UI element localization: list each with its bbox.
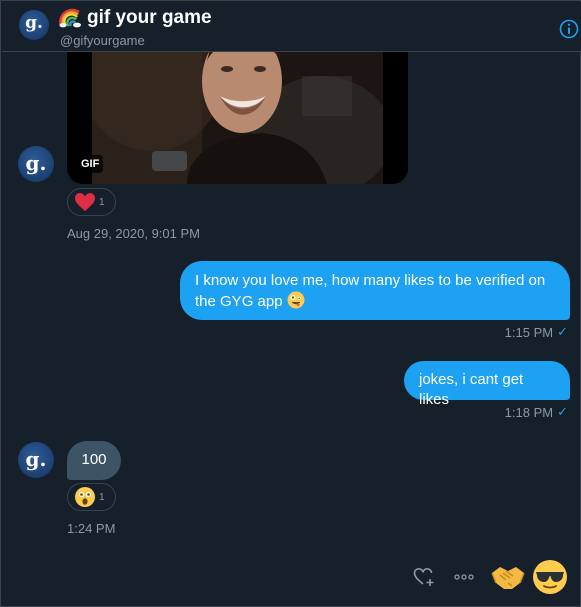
title-row[interactable]: gif your game (59, 7, 212, 29)
gif-frame-illustration (82, 41, 392, 184)
avatar-letter: g. (25, 13, 43, 33)
sender-avatar[interactable]: g. (18, 442, 54, 478)
conversation-header: g. gif your game @gifyourgame (2, 2, 581, 52)
message-timestamp: 1:15 PM (504, 324, 554, 340)
seen-check-icon: ✓ (557, 404, 568, 419)
outgoing-message[interactable]: jokes, i cant get likes (404, 361, 570, 408)
message-timestamp: 1:18 PM (504, 404, 554, 420)
message-text: 100 (81, 451, 107, 468)
incoming-message[interactable]: 100 (67, 441, 121, 480)
seen-check-icon: ✓ (557, 324, 568, 339)
gif-frame (82, 41, 392, 184)
sunglasses-emoji-icon[interactable] (532, 559, 568, 595)
info-icon[interactable] (559, 19, 579, 39)
outgoing-message[interactable]: I know you love me, how many likes to be… (180, 261, 570, 320)
message-text: I know you love me, how many likes to be… (195, 272, 546, 310)
add-reaction-heart-icon[interactable] (413, 567, 435, 587)
message-timestamp: 1:24 PM (67, 521, 116, 536)
heart-emoji-icon (75, 193, 95, 211)
message-timestamp-row: 1:15 PM ✓ (505, 324, 568, 340)
handshake-emoji-icon[interactable] (490, 561, 526, 593)
gif-media[interactable] (67, 41, 408, 184)
astonished-face-emoji-icon (75, 487, 95, 507)
reaction-count: 1 (99, 196, 105, 208)
gif-badge: GIF (77, 155, 104, 173)
conversation-handle: @gifyourgame (60, 33, 145, 48)
avatar-letter: g. (25, 446, 47, 471)
header-avatar[interactable]: g. (19, 10, 49, 40)
reaction-wow[interactable]: 1 (67, 483, 116, 511)
reaction-heart[interactable]: 1 (67, 188, 116, 216)
sender-avatar[interactable]: g. (18, 146, 54, 182)
rainbow-icon (59, 8, 81, 28)
message-timestamp: Aug 29, 2020, 9:01 PM (67, 226, 200, 241)
message-text: jokes, i cant get likes (419, 371, 524, 408)
more-icon[interactable] (453, 567, 475, 587)
gif-letterbox-right (383, 41, 408, 184)
conversation-title: gif your game (87, 7, 212, 28)
conversation-window: GIF g. gif your game @gifyourgame g. 1 A… (0, 0, 581, 607)
reaction-count: 1 (99, 491, 105, 503)
zany-face-emoji-icon (287, 291, 305, 309)
message-timestamp-row: 1:18 PM ✓ (505, 404, 568, 420)
avatar-letter: g. (25, 150, 47, 175)
